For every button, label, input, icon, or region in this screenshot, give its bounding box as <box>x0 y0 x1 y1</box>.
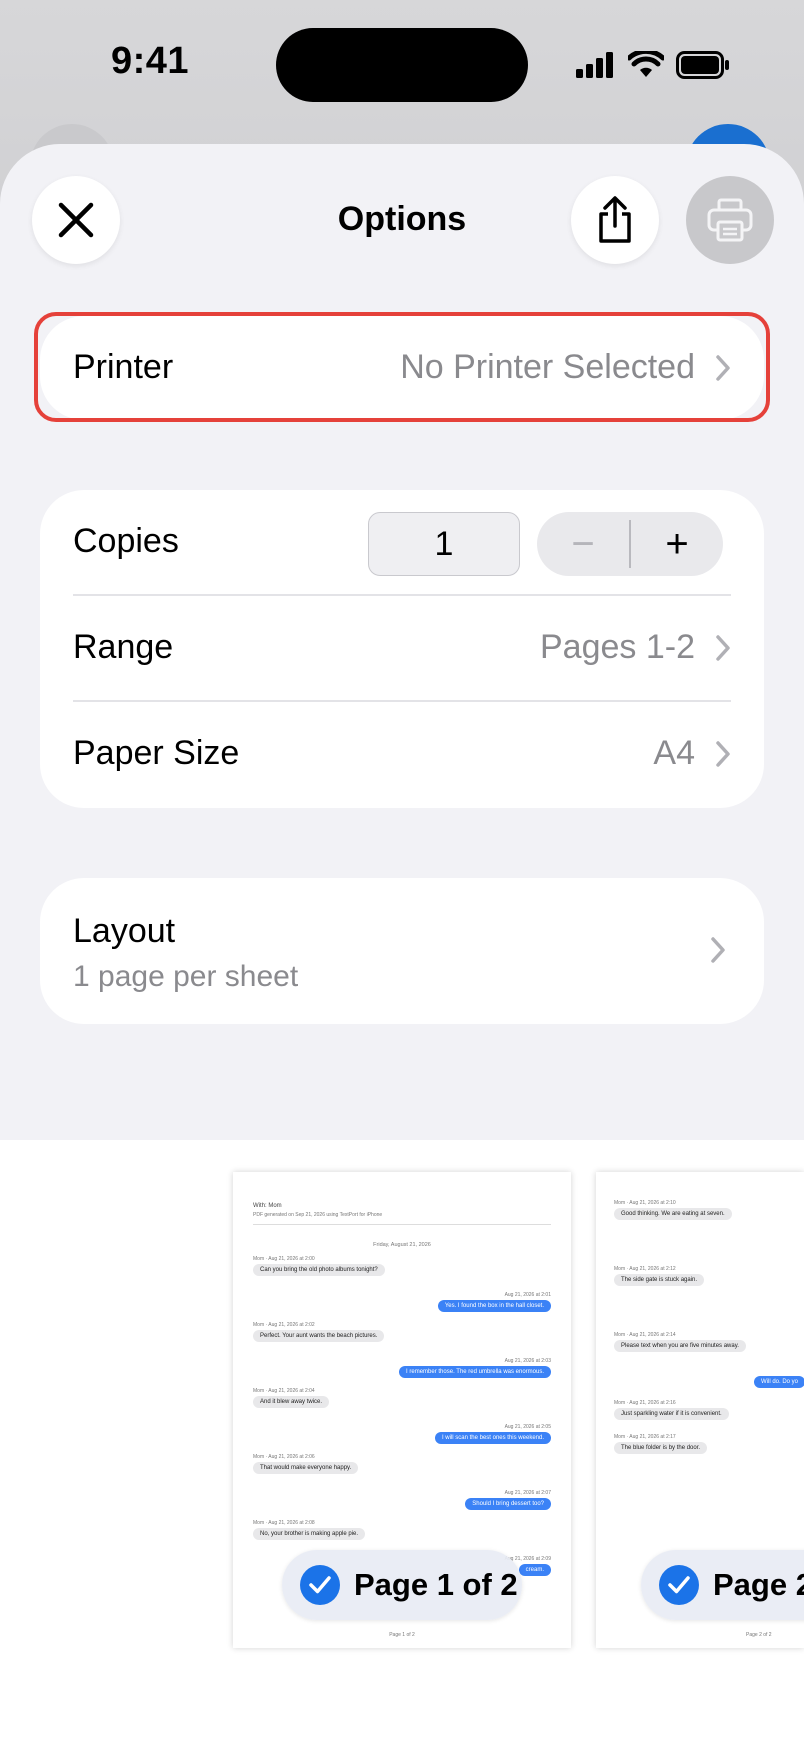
message-bubble: Will do. Do yo <box>754 1376 804 1388</box>
message-bubble: Good thinking. We are eating at seven. <box>614 1208 732 1220</box>
printer-icon <box>707 198 753 242</box>
thumb-subtitle: PDF generated on Sep 21, 2026 using Text… <box>253 1212 383 1218</box>
printer-value: No Printer Selected <box>400 348 695 386</box>
page-1-label: Page 1 of 2 <box>354 1567 518 1602</box>
dynamic-island <box>276 28 528 102</box>
row-divider <box>73 594 731 596</box>
wifi-icon <box>628 51 664 77</box>
message-incoming: Mom · Aug 21, 2026 at 2:10 Good thinking… <box>614 1200 732 1220</box>
message-meta: Mom · Aug 21, 2026 at 2:06 <box>253 1454 315 1460</box>
range-row[interactable]: Range Pages 1-2 <box>73 628 731 667</box>
message-bubble: Can you bring the old photo albums tonig… <box>253 1264 385 1276</box>
share-button[interactable] <box>571 176 659 264</box>
paper-size-label: Paper Size <box>73 734 240 772</box>
message-meta: Mom · Aug 21, 2026 at 2:04 <box>253 1388 315 1394</box>
copies-stepper[interactable]: − + <box>537 512 723 576</box>
checkmark-icon <box>300 1565 340 1605</box>
message-bubble: Yes. I found the box in the hall closet. <box>437 1300 551 1312</box>
range-value: Pages 1-2 <box>540 628 695 666</box>
layout-value: 1 page per sheet <box>73 960 299 993</box>
increment-button[interactable]: + <box>631 512 723 576</box>
close-icon <box>58 202 94 238</box>
chevron-right-icon <box>716 740 730 767</box>
message-bubble: Just sparkling water if it is convenient… <box>614 1408 729 1420</box>
layout-label: Layout <box>73 912 176 950</box>
thumb-divider <box>253 1224 551 1225</box>
chevron-right-icon <box>716 634 730 661</box>
message-meta: Mom · Aug 21, 2026 at 2:02 <box>253 1322 315 1328</box>
battery-icon <box>676 51 729 79</box>
message-meta: Mom · Aug 21, 2026 at 2:16 <box>614 1400 676 1406</box>
message-meta: Aug 21, 2026 at 2:07 <box>504 1490 551 1496</box>
message-bubble: That would make everyone happy. <box>253 1462 359 1474</box>
close-button[interactable] <box>32 176 120 264</box>
message-outgoing: Aug 21, 2026 at 2:01 Yes. I found the bo… <box>437 1292 551 1312</box>
decrement-button[interactable]: − <box>537 512 629 576</box>
thumb-title: With: Mom <box>253 1203 282 1209</box>
message-outgoing: Aug 21, 2026 at 2:05 I will scan the bes… <box>434 1424 551 1444</box>
message-outgoing: Will do. Do yo <box>754 1374 804 1388</box>
thumb-header: With: Mom PDF generated on Sep 21, 2026 … <box>253 1202 382 1220</box>
checkmark-icon <box>659 1565 699 1605</box>
copies-label: Copies <box>73 522 179 560</box>
row-divider <box>73 700 731 702</box>
message-bubble: Should I bring dessert too? <box>465 1498 551 1510</box>
message-incoming: Mom · Aug 21, 2026 at 2:06 That would ma… <box>253 1454 359 1474</box>
status-icons <box>576 48 730 82</box>
paper-size-row[interactable]: Paper Size A4 <box>73 734 731 773</box>
message-meta: Mom · Aug 21, 2026 at 2:08 <box>253 1520 315 1526</box>
message-incoming: Mom · Aug 21, 2026 at 2:02 Perfect. Your… <box>253 1322 385 1342</box>
cellular-signal-icon <box>576 52 613 78</box>
settings-card: Copies 1 − + Range Pages 1-2 Paper Size … <box>40 490 764 808</box>
printer-label: Printer <box>73 348 174 386</box>
range-label: Range <box>73 628 174 666</box>
page-2-selection[interactable]: Page 2 <box>641 1550 804 1620</box>
message-incoming: Mom · Aug 21, 2026 at 2:00 Can you bring… <box>253 1256 385 1276</box>
thumb-page-footer: Page 1 of 2 <box>389 1632 415 1638</box>
message-meta: Mom · Aug 21, 2026 at 2:10 <box>614 1200 676 1206</box>
page-2-label: Page 2 <box>713 1567 804 1602</box>
message-incoming: Mom · Aug 21, 2026 at 2:16 Just sparklin… <box>614 1400 729 1420</box>
chevron-right-icon <box>711 937 725 963</box>
message-bubble: The blue folder is by the door. <box>614 1442 708 1454</box>
message-outgoing: Aug 21, 2026 at 2:03 I remember those. T… <box>399 1358 551 1378</box>
message-meta: Mom · Aug 21, 2026 at 2:17 <box>614 1434 676 1440</box>
print-button[interactable] <box>686 176 774 264</box>
chevron-right-icon <box>716 354 730 381</box>
message-meta: Mom · Aug 21, 2026 at 2:00 <box>253 1256 315 1262</box>
message-bubble: Perfect. Your aunt wants the beach pictu… <box>253 1330 385 1342</box>
message-meta: Aug 21, 2026 at 2:01 <box>504 1292 551 1298</box>
printer-row[interactable]: Printer No Printer Selected <box>73 348 731 387</box>
message-bubble: No, your brother is making apple pie. <box>253 1528 366 1540</box>
share-icon <box>599 196 631 243</box>
message-bubble: cream. <box>518 1564 551 1576</box>
printer-card[interactable]: Printer No Printer Selected <box>40 316 764 420</box>
message-bubble: I remember those. The red umbrella was e… <box>399 1366 551 1378</box>
message-incoming: Mom · Aug 21, 2026 at 2:04 And it blew a… <box>253 1388 330 1408</box>
message-outgoing: Aug 21, 2026 at 2:07 Should I bring dess… <box>465 1490 551 1510</box>
message-incoming: Mom · Aug 21, 2026 at 2:08 No, your brot… <box>253 1520 366 1540</box>
message-incoming: Mom · Aug 21, 2026 at 2:14 Please text w… <box>614 1332 746 1352</box>
sheet-title: Options <box>337 200 467 238</box>
message-incoming: Mom · Aug 21, 2026 at 2:17 The blue fold… <box>614 1434 708 1454</box>
message-meta: Mom · Aug 21, 2026 at 2:14 <box>614 1332 676 1338</box>
message-meta: Aug 21, 2026 at 2:03 <box>504 1358 551 1364</box>
thumb-date: Friday, August 21, 2026 <box>373 1242 431 1248</box>
message-meta: Mom · Aug 21, 2026 at 2:12 <box>614 1266 676 1272</box>
message-bubble: I will scan the best ones this weekend. <box>434 1432 551 1444</box>
status-bar: 9:41 <box>0 0 804 130</box>
message-bubble: Please text when you are five minutes aw… <box>614 1340 746 1352</box>
copies-field[interactable]: 1 <box>368 512 520 576</box>
message-meta: Aug 21, 2026 at 2:05 <box>504 1424 551 1430</box>
layout-card[interactable]: Layout 1 page per sheet <box>40 878 764 1024</box>
message-bubble: And it blew away twice. <box>253 1396 330 1408</box>
message-incoming: Mom · Aug 21, 2026 at 2:12 The side gate… <box>614 1266 705 1286</box>
thumb-page-footer: Page 2 of 2 <box>746 1632 772 1638</box>
paper-size-value: A4 <box>653 734 695 772</box>
status-time: 9:41 <box>110 40 190 82</box>
message-bubble: The side gate is stuck again. <box>614 1274 705 1286</box>
page-1-selection[interactable]: Page 1 of 2 <box>282 1550 522 1620</box>
